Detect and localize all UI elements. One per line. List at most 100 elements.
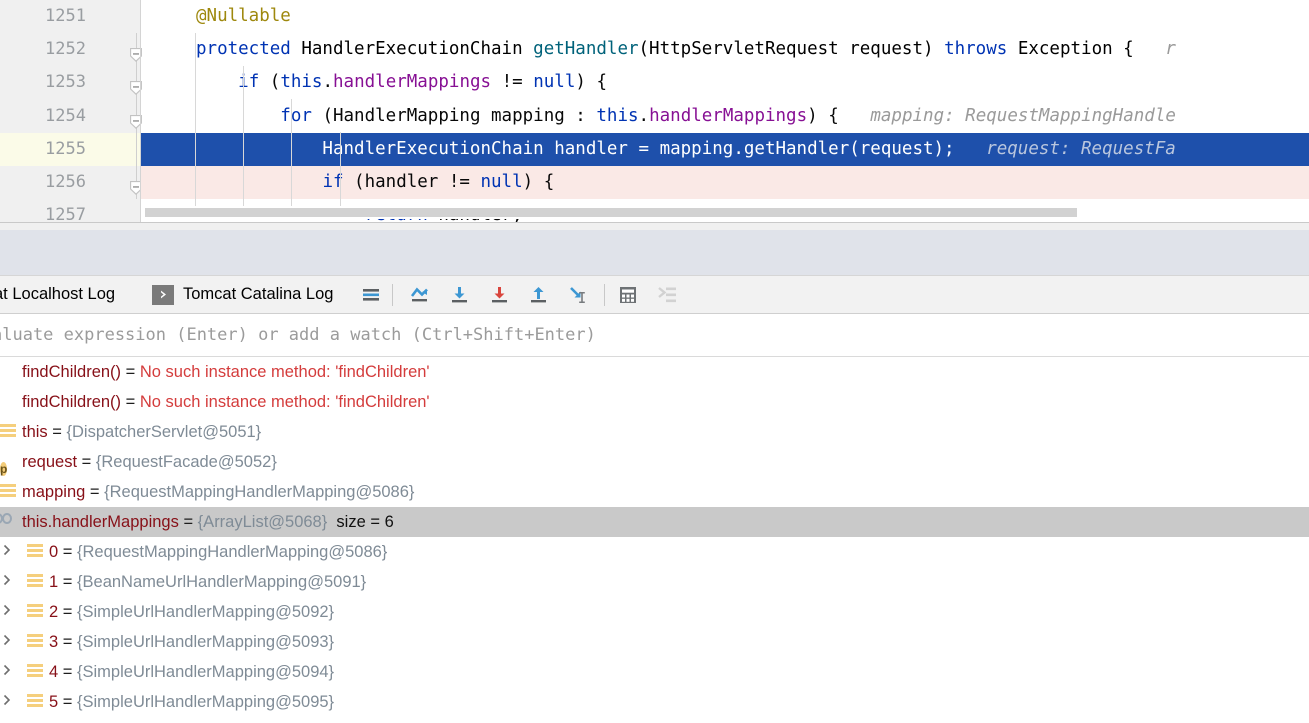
variable-row[interactable]: this = {DispatcherServlet@5051}: [0, 417, 1309, 447]
variable-type-icon: [27, 693, 45, 711]
code-token: Exception {: [1017, 39, 1134, 60]
line-number: 1251: [45, 6, 86, 26]
variable-equals: =: [121, 363, 140, 381]
show-execution-point-icon[interactable]: [356, 280, 386, 310]
line-number: 1254: [45, 105, 86, 126]
line-number-gutter[interactable]: 1256: [0, 165, 112, 200]
expand-arrow-icon[interactable]: [0, 627, 16, 657]
code-line-content[interactable]: if (this.handlerMappings != null) {: [141, 66, 1309, 99]
variable-row[interactable]: 5 = {SimpleUrlHandlerMapping@5095}: [0, 687, 1309, 717]
evaluate-expression-placeholder: aluate expression (Enter) or add a watch…: [0, 325, 596, 345]
debugger-toolbar[interactable]: at Localhost Log Tomcat Catalina Log: [0, 276, 1309, 314]
code-line-content[interactable]: protected HandlerExecutionChain getHandl…: [141, 33, 1309, 66]
variable-value: {SimpleUrlHandlerMapping@5094}: [77, 663, 335, 681]
expand-arrow-icon[interactable]: [0, 537, 16, 567]
line-number-gutter[interactable]: 1255: [0, 132, 112, 166]
expand-arrow-icon[interactable]: [0, 687, 16, 717]
code-line-1254[interactable]: 1254 for (HandlerMapping mapping : this.…: [0, 99, 1309, 133]
expand-arrow-icon[interactable]: [0, 567, 16, 597]
code-line-content[interactable]: HandlerExecutionChain handler = mapping.…: [141, 132, 1309, 166]
variable-type-icon: [27, 633, 45, 651]
code-token: null: [480, 171, 523, 192]
step-over-icon[interactable]: [405, 280, 435, 310]
variable-row[interactable]: 4 = {SimpleUrlHandlerMapping@5094}: [0, 657, 1309, 687]
scrollbar-thumb[interactable]: [145, 208, 1077, 217]
variable-row[interactable]: 0 = {RequestMappingHandlerMapping@5086}: [0, 537, 1309, 567]
variable-row[interactable]: 1 = {BeanNameUrlHandlerMapping@5091}: [0, 567, 1309, 597]
variable-type-icon: [0, 423, 18, 441]
run-to-cursor-icon[interactable]: [563, 280, 593, 310]
step-out-icon[interactable]: [524, 280, 554, 310]
variable-name: 5: [49, 693, 59, 711]
evaluate-expression-row[interactable]: aluate expression (Enter) or add a watch…: [0, 314, 1309, 357]
variable-name: 0: [49, 543, 59, 561]
trace-current-stream-chain-icon[interactable]: [653, 280, 683, 310]
tab-localhost-log-label: at Localhost Log: [0, 285, 116, 303]
code-line-content[interactable]: @Nullable: [141, 0, 1309, 33]
variable-name: this: [22, 423, 48, 441]
code-token: ) {: [807, 105, 839, 126]
variable-equals: =: [47, 423, 67, 441]
variable-equals: =: [121, 393, 140, 411]
variable-value: {RequestFacade@5052}: [95, 453, 277, 471]
variable-value: {SimpleUrlHandlerMapping@5095}: [77, 693, 335, 711]
variable-row[interactable]: 3 = {SimpleUrlHandlerMapping@5093}: [0, 627, 1309, 657]
code-line-1255[interactable]: 1255 HandlerExecutionChain handler = map…: [0, 132, 1309, 166]
variable-equals: =: [77, 453, 96, 471]
code-token: .: [638, 105, 650, 126]
code-line-content[interactable]: if (handler != null) {: [141, 165, 1309, 200]
variable-row[interactable]: mapping = {RequestMappingHandlerMapping@…: [0, 477, 1309, 507]
variable-value: No such instance method: 'findChildren': [139, 363, 430, 381]
variable-type-icon: [0, 363, 18, 381]
force-step-into-icon[interactable]: [485, 280, 515, 310]
evaluate-expression-icon[interactable]: [613, 280, 643, 310]
code-line-1253[interactable]: 1253 if (this.handlerMappings != null) {: [0, 66, 1309, 100]
editor-horizontal-scrollbar[interactable]: [141, 206, 1305, 219]
variable-equals: =: [58, 663, 77, 681]
variable-row[interactable]: findChildren() = No such instance method…: [0, 387, 1309, 417]
parameter-icon: p: [0, 462, 8, 476]
code-token: (handler !=: [343, 171, 481, 192]
variable-row[interactable]: p request = {RequestFacade@5052}: [0, 447, 1309, 477]
code-token: ) {: [522, 171, 555, 192]
line-number-gutter[interactable]: 1251: [0, 0, 88, 34]
line-number-gutter[interactable]: 1257: [0, 199, 88, 222]
step-into-icon[interactable]: [445, 280, 475, 310]
variable-type-icon: [0, 483, 18, 501]
expand-arrow-icon[interactable]: [0, 657, 16, 687]
code-token: protected: [196, 39, 302, 60]
code-token: ) {: [575, 72, 607, 93]
code-text: @Nullable: [141, 0, 291, 33]
tab-catalina-log[interactable]: Tomcat Catalina Log: [152, 276, 333, 313]
code-line-content[interactable]: for (HandlerMapping mapping : this.handl…: [141, 100, 1309, 133]
code-token: (HttpServletRequest request): [638, 39, 945, 60]
variable-row[interactable]: this.handlerMappings = {ArrayList@5068} …: [0, 507, 1309, 537]
code-token: null: [533, 72, 576, 93]
code-token: this: [596, 105, 639, 126]
code-token: @Nullable: [196, 6, 291, 26]
variable-equals: =: [58, 573, 77, 591]
line-number-gutter[interactable]: 1253: [0, 66, 88, 100]
line-number-gutter[interactable]: 1252: [0, 33, 109, 67]
variable-type-icon: [0, 513, 16, 531]
tab-localhost-log[interactable]: at Localhost Log: [0, 276, 115, 313]
line-number-gutter[interactable]: 1254: [0, 99, 88, 133]
code-token: handlerMappings: [649, 105, 808, 126]
variable-equals: =: [178, 513, 198, 531]
expand-arrow-icon[interactable]: [0, 597, 16, 627]
code-line-1252[interactable]: 1252 protected HandlerExecutionChain getH…: [0, 33, 1309, 67]
variable-text: 5 = {SimpleUrlHandlerMapping@5095}: [49, 687, 334, 717]
variable-row[interactable]: 2 = {SimpleUrlHandlerMapping@5092}: [0, 597, 1309, 627]
variable-value: {SimpleUrlHandlerMapping@5092}: [77, 603, 335, 621]
variable-type-icon: [27, 603, 45, 621]
variable-row[interactable]: findChildren() = No such instance method…: [0, 357, 1309, 387]
code-line-1256[interactable]: 1256 if (handler != null) {: [0, 165, 1309, 200]
code-editor[interactable]: 1251 @Nullable 1252 protected HandlerExecut…: [0, 0, 1309, 222]
variable-type-icon: [27, 543, 45, 561]
code-line-1251[interactable]: 1251 @Nullable: [0, 0, 1309, 34]
variables-panel[interactable]: findChildren() = No such instance method…: [0, 357, 1309, 723]
variable-text: 4 = {SimpleUrlHandlerMapping@5094}: [49, 657, 334, 687]
code-token: (: [259, 72, 281, 93]
variable-value: {RequestMappingHandlerMapping@5086}: [104, 483, 415, 501]
code-token: HandlerExecutionChain handler = mapping.: [196, 138, 744, 159]
